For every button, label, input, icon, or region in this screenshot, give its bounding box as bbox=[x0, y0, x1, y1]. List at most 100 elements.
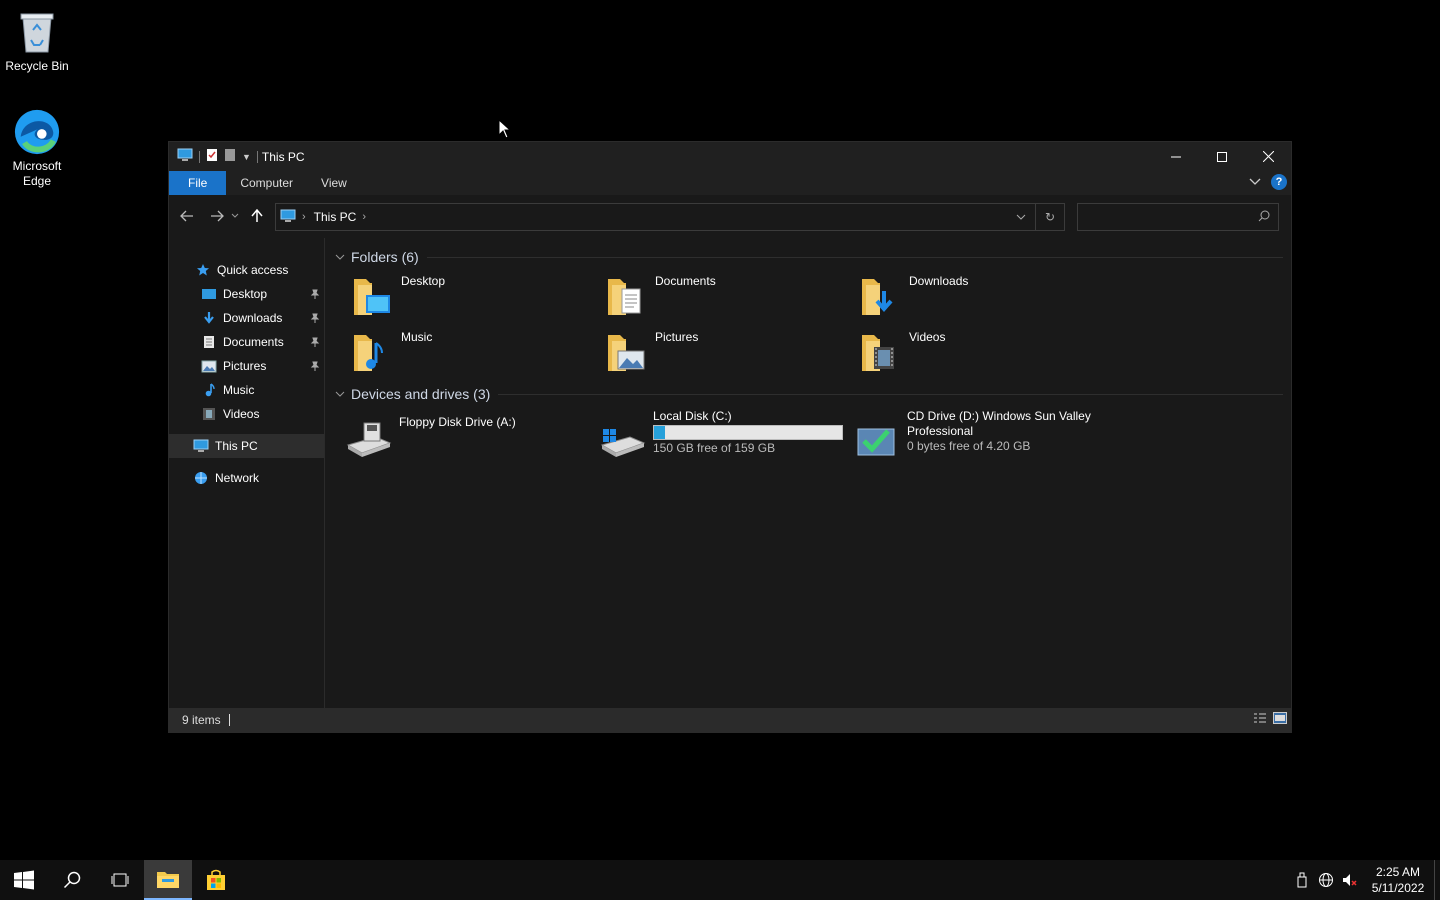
chevron-down-icon[interactable] bbox=[335, 252, 345, 263]
sidebar-item-label: Music bbox=[223, 383, 255, 397]
large-icons-view-icon[interactable] bbox=[1273, 712, 1287, 727]
this-pc-icon bbox=[177, 148, 193, 165]
document-icon bbox=[201, 334, 217, 350]
content-pane: Folders (6) Desktop Documents Downloads … bbox=[327, 238, 1291, 708]
folder-tile-music[interactable]: Music bbox=[335, 324, 589, 380]
drive-tile-local-disk-c[interactable]: Local Disk (C:) 150 GB free of 159 GB bbox=[589, 409, 843, 465]
sidebar-item-label: Quick access bbox=[217, 263, 289, 277]
clock[interactable]: 2:25 AM 5/11/2022 bbox=[1362, 864, 1434, 896]
task-view-icon bbox=[111, 873, 129, 887]
refresh-button[interactable]: ↻ bbox=[1035, 204, 1064, 230]
search-icon bbox=[63, 871, 81, 889]
pin-icon[interactable] bbox=[310, 288, 320, 302]
back-button[interactable] bbox=[175, 204, 199, 228]
address-dropdown-button[interactable] bbox=[1006, 204, 1035, 230]
search-button[interactable] bbox=[48, 860, 96, 900]
sidebar-item-downloads[interactable]: Downloads bbox=[169, 306, 324, 330]
start-button[interactable] bbox=[0, 860, 48, 900]
expand-ribbon-icon[interactable] bbox=[1249, 175, 1261, 189]
quick-access-toolbar: ▼ bbox=[169, 142, 258, 171]
desktop-icon-label: Microsoft Edge bbox=[12, 159, 62, 188]
up-button[interactable] bbox=[245, 204, 269, 228]
status-bar: 9 items bbox=[169, 708, 1291, 732]
search-icon[interactable] bbox=[1258, 210, 1270, 225]
navigation-pane: Quick access Desktop Downloads Documents… bbox=[169, 238, 325, 708]
close-button[interactable] bbox=[1245, 142, 1291, 171]
taskbar-file-explorer[interactable] bbox=[144, 860, 192, 900]
breadcrumb-separator-icon[interactable]: › bbox=[302, 211, 306, 223]
desktop-folder-icon bbox=[201, 286, 217, 302]
search-box[interactable] bbox=[1077, 203, 1279, 231]
this-pc-icon bbox=[193, 438, 209, 454]
folder-tile-pictures[interactable]: Pictures bbox=[589, 324, 843, 380]
title-bar[interactable]: ▼ This PC bbox=[169, 142, 1291, 171]
search-input[interactable] bbox=[1078, 204, 1248, 230]
file-explorer-window: ▼ This PC File Computer View ? › This PC… bbox=[168, 141, 1292, 733]
drive-name-line2: Professional bbox=[907, 424, 974, 438]
group-title: Folders (6) bbox=[351, 249, 419, 265]
maximize-button[interactable] bbox=[1199, 142, 1245, 171]
minimize-button[interactable] bbox=[1153, 142, 1199, 171]
drive-name: Floppy Disk Drive (A:) bbox=[399, 415, 516, 429]
folder-tile-documents[interactable]: Documents bbox=[589, 268, 843, 324]
sidebar-item-quick-access[interactable]: Quick access bbox=[169, 258, 324, 282]
pictures-folder-icon bbox=[603, 328, 651, 376]
drives-grid: Floppy Disk Drive (A:) Local Disk (C:) 1… bbox=[335, 409, 1291, 465]
sidebar-item-label: This PC bbox=[215, 439, 258, 453]
show-desktop-button[interactable] bbox=[1434, 860, 1440, 900]
tab-computer[interactable]: Computer bbox=[226, 171, 307, 195]
folder-tile-videos[interactable]: Videos bbox=[843, 324, 1097, 380]
sidebar-item-label: Network bbox=[215, 471, 260, 485]
picture-icon bbox=[201, 358, 217, 374]
sidebar-item-pictures[interactable]: Pictures bbox=[169, 354, 324, 378]
desktop-icon-edge[interactable]: Microsoft Edge bbox=[0, 108, 74, 189]
folder-tile-downloads[interactable]: Downloads bbox=[843, 268, 1097, 324]
volume-muted-icon[interactable] bbox=[1338, 860, 1362, 900]
help-icon[interactable]: ? bbox=[1271, 174, 1287, 190]
drive-name: CD Drive (D:) Windows Sun Valley bbox=[907, 409, 1091, 423]
usb-device-icon[interactable] bbox=[1290, 860, 1314, 900]
network-globe-icon[interactable] bbox=[1314, 860, 1338, 900]
folder-label: Downloads bbox=[909, 274, 969, 288]
sidebar-item-documents[interactable]: Documents bbox=[169, 330, 324, 354]
folder-tile-desktop[interactable]: Desktop bbox=[335, 268, 589, 324]
pin-icon[interactable] bbox=[310, 312, 320, 326]
sidebar-item-this-pc[interactable]: This PC bbox=[169, 434, 324, 458]
pin-icon[interactable] bbox=[310, 336, 320, 350]
forward-button[interactable] bbox=[205, 204, 229, 228]
drive-tile-floppy[interactable]: Floppy Disk Drive (A:) bbox=[335, 409, 589, 465]
recent-locations-button[interactable] bbox=[229, 204, 241, 228]
group-header-folders[interactable]: Folders (6) bbox=[335, 246, 1291, 268]
customize-qat-icon[interactable]: ▼ bbox=[242, 152, 251, 162]
clock-date: 5/11/2022 bbox=[1371, 881, 1425, 895]
breadcrumb-this-pc[interactable]: This PC bbox=[314, 210, 357, 224]
floppy-drive-icon bbox=[345, 415, 393, 463]
tab-view[interactable]: View bbox=[307, 171, 361, 195]
desktop-icon-recycle-bin[interactable]: Recycle Bin bbox=[0, 8, 74, 74]
sidebar-item-videos[interactable]: Videos bbox=[169, 402, 324, 426]
pin-icon[interactable] bbox=[310, 360, 320, 374]
properties-icon[interactable] bbox=[206, 148, 218, 165]
edge-icon bbox=[13, 108, 61, 156]
group-header-devices[interactable]: Devices and drives (3) bbox=[335, 383, 1291, 405]
task-view-button[interactable] bbox=[96, 860, 144, 900]
drive-tile-cd-d[interactable]: CD Drive (D:) Windows Sun Valley Profess… bbox=[843, 409, 1097, 465]
address-bar[interactable]: › This PC › ↻ bbox=[275, 203, 1065, 231]
sidebar-item-desktop[interactable]: Desktop bbox=[169, 282, 324, 306]
file-explorer-icon bbox=[157, 872, 179, 888]
new-folder-icon[interactable] bbox=[224, 148, 236, 165]
recycle-bin-icon bbox=[13, 8, 61, 56]
star-icon bbox=[195, 262, 211, 278]
taskbar: 2:25 AM 5/11/2022 bbox=[0, 860, 1440, 900]
cd-drive-icon bbox=[853, 415, 901, 463]
breadcrumb-separator-icon[interactable]: › bbox=[362, 211, 366, 223]
sidebar-item-music[interactable]: Music bbox=[169, 378, 324, 402]
sidebar-item-network[interactable]: Network bbox=[169, 466, 324, 490]
folder-label: Pictures bbox=[655, 330, 699, 344]
taskbar-microsoft-store[interactable] bbox=[192, 860, 240, 900]
details-view-icon[interactable] bbox=[1253, 712, 1267, 727]
chevron-down-icon[interactable] bbox=[335, 389, 345, 400]
store-icon bbox=[207, 869, 225, 890]
tab-file[interactable]: File bbox=[169, 171, 227, 195]
downloads-folder-icon bbox=[857, 272, 905, 320]
